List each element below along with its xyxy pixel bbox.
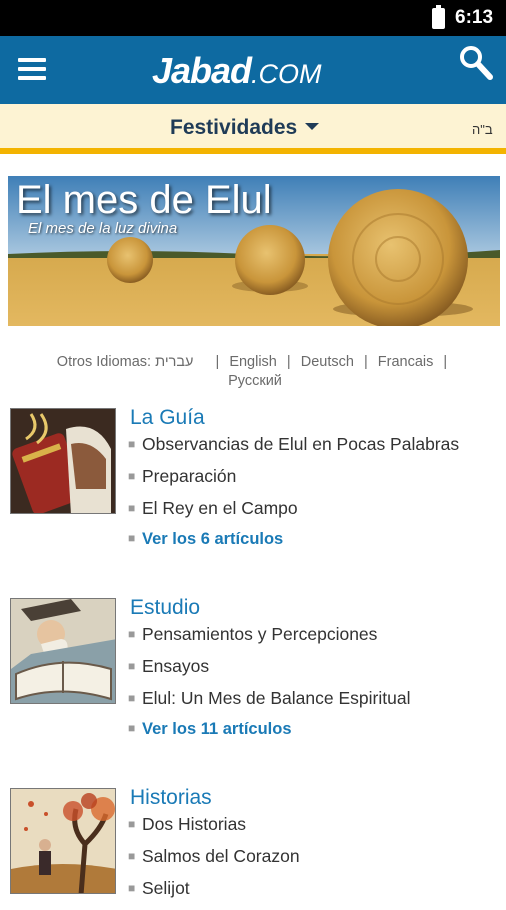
other-languages: Otros Idiomas: עברית | English | Deutsch…: [20, 353, 490, 391]
language-separator: |: [443, 354, 448, 370]
bullet-icon: ■: [128, 627, 136, 641]
banner-title: El mes de Elul: [16, 178, 272, 222]
bullet-icon: ■: [128, 531, 136, 545]
banner-subtitle: El mes de la luz divina: [28, 220, 178, 237]
article-link[interactable]: ■ El Rey en el Campo: [128, 498, 459, 530]
section-bar: Festividades ב"ה: [0, 104, 506, 154]
section-title[interactable]: Historias: [130, 786, 212, 810]
article-link[interactable]: ■ Pensamientos y Percepciones: [128, 624, 410, 656]
bullet-icon: ■: [128, 721, 136, 735]
menu-icon[interactable]: [18, 58, 46, 82]
language-separator: |: [215, 354, 220, 370]
language-separator: |: [286, 354, 291, 370]
article-link[interactable]: ■ Selijot: [128, 878, 300, 910]
article-link[interactable]: ■ Salmos del Corazon: [128, 846, 300, 878]
banner-image[interactable]: El mes de Elul El mes de la luz divina: [8, 176, 500, 326]
logo-main: Jabad: [152, 50, 252, 91]
status-bar: 6:13: [0, 0, 506, 36]
bullet-icon: ■: [128, 881, 136, 895]
search-icon[interactable]: [458, 44, 494, 82]
bullet-icon: ■: [128, 849, 136, 863]
article-link[interactable]: ■ Observancias de Elul en Pocas Palabras: [128, 434, 459, 466]
section-thumbnail[interactable]: [10, 788, 116, 894]
section-thumbnail[interactable]: [10, 408, 116, 514]
bullet-icon: ■: [128, 691, 136, 705]
see-all-articles-link[interactable]: ■ Ver los 11 artículos: [128, 720, 410, 752]
article-link[interactable]: ■ Elul: Un Mes de Balance Espiritual: [128, 688, 410, 720]
language-link-russian[interactable]: Русский: [228, 373, 282, 389]
bullet-icon: ■: [128, 501, 136, 515]
bullet-icon: ■: [128, 659, 136, 673]
article-link[interactable]: ■ Dos Historias: [128, 814, 300, 846]
battery-icon: [432, 5, 445, 29]
languages-label: Otros Idiomas:: [56, 354, 152, 370]
section-title[interactable]: Estudio: [130, 596, 200, 620]
language-link-francais[interactable]: Francais: [378, 354, 434, 370]
bullet-icon: ■: [128, 469, 136, 483]
dropdown-caret-icon: [305, 123, 320, 130]
logo[interactable]: Jabad.COM: [152, 50, 322, 92]
language-link-english[interactable]: English: [229, 354, 277, 370]
language-link-hebrew[interactable]: עברית: [155, 354, 193, 370]
section-dropdown[interactable]: Festividades: [170, 116, 320, 140]
article-link[interactable]: ■ Preparación: [128, 466, 459, 498]
section-article-list: ■ Pensamientos y Percepciones ■ Ensayos ■ E…: [128, 624, 410, 752]
section-thumbnail[interactable]: [10, 598, 116, 704]
language-link-deutsch[interactable]: Deutsch: [301, 354, 354, 370]
hebrew-mark: ב"ה: [472, 122, 493, 137]
section-article-list: ■ Observancias de Elul en Pocas Palabras …: [128, 434, 459, 562]
article-link[interactable]: ■ Ensayos: [128, 656, 410, 688]
bullet-icon: ■: [128, 817, 136, 831]
language-separator: |: [363, 354, 368, 370]
section-dropdown-label: Festividades: [170, 116, 298, 139]
see-all-articles-link[interactable]: ■ Ver los 6 artículos: [128, 530, 459, 562]
logo-tld: .COM: [251, 59, 322, 89]
section-title[interactable]: La Guía: [130, 406, 205, 430]
app-bar: Jabad.COM: [0, 36, 506, 104]
section-article-list: ■ Dos Historias ■ Salmos del Corazon ■ Seli…: [128, 814, 300, 910]
status-time: 6:13: [455, 7, 494, 28]
bullet-icon: ■: [128, 437, 136, 451]
